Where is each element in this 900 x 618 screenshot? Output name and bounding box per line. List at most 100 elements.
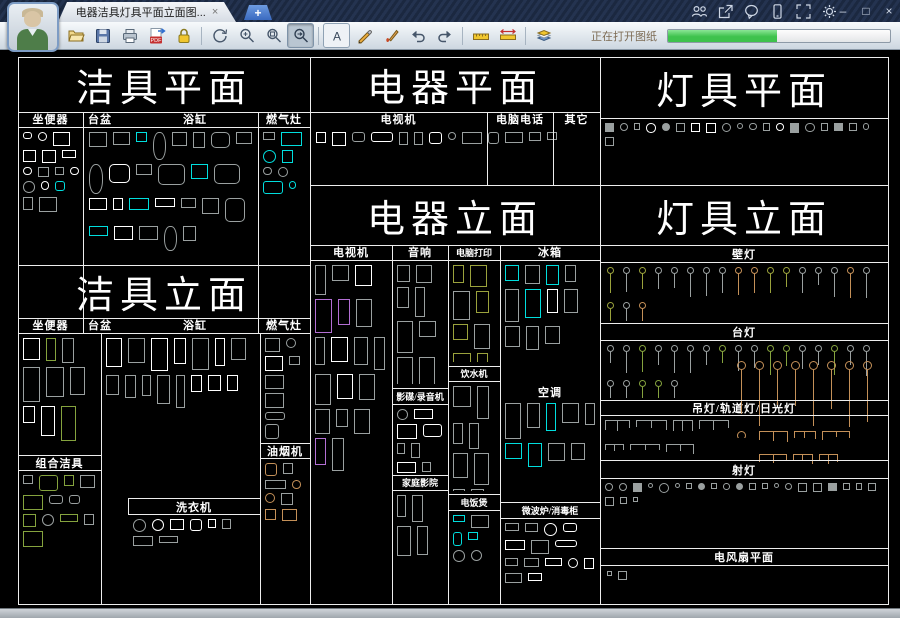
cad-grid-line: [448, 510, 500, 511]
cad-symbol: [675, 123, 686, 133]
cad-symbol: [331, 336, 349, 363]
cad-symbol: [23, 196, 33, 210]
cad-symbol: [230, 338, 247, 361]
cad-symbol: [470, 489, 484, 491]
cad-symbol: [23, 132, 32, 140]
cad-symbol: [40, 181, 50, 190]
cad-symbol: [37, 166, 49, 177]
save-button[interactable]: [89, 23, 116, 48]
col-label-basin-plan: 台盆: [88, 114, 112, 126]
label-rice-cooker: 电饭煲: [460, 497, 488, 508]
measure-button[interactable]: [467, 23, 494, 48]
cad-symbol: [525, 265, 541, 284]
phone-icon[interactable]: [769, 3, 786, 20]
cad-grid-line: [448, 245, 449, 605]
undo-button[interactable]: [404, 23, 431, 48]
cad-grid-line: [18, 470, 101, 471]
cad-symbol: [647, 483, 654, 489]
cad-symbol: [265, 492, 275, 503]
cad-grid-line: [101, 333, 102, 605]
symbols-water-dispenser: [450, 383, 498, 491]
export-pdf-button[interactable]: PDF: [143, 23, 170, 48]
cad-grid-line: [128, 498, 260, 499]
cad-symbol: [721, 123, 731, 133]
symbols-floor-lamp: [732, 358, 886, 438]
cad-symbol: [190, 519, 202, 531]
cad-symbol: [355, 265, 373, 287]
symbols-audio: [394, 262, 446, 384]
cad-symbol: [332, 265, 350, 282]
cad-symbol: [653, 345, 663, 366]
cad-grid-line: [18, 265, 310, 266]
cad-symbol: [706, 123, 716, 133]
zoom-window-button[interactable]: [260, 23, 287, 48]
cad-grid-line: [888, 57, 889, 605]
cad-symbol: [263, 166, 272, 176]
user-avatar[interactable]: [7, 2, 59, 52]
col-label-other: 其它: [564, 114, 589, 126]
cad-symbol: [397, 495, 407, 518]
text-button[interactable]: A: [323, 23, 350, 48]
cad-symbol: [585, 403, 595, 425]
zoom-area-button[interactable]: [287, 23, 314, 48]
cad-symbol: [113, 132, 130, 145]
cad-symbol: [805, 123, 815, 133]
maximize-button[interactable]: □: [859, 5, 873, 17]
zoom-in-out-button[interactable]: [233, 23, 260, 48]
chat-icon[interactable]: [743, 3, 760, 20]
cad-symbol: [633, 123, 641, 130]
cad-symbol: [62, 149, 76, 158]
tab-close-icon[interactable]: ×: [212, 7, 218, 18]
cad-symbol: [38, 196, 57, 212]
cad-symbol: [504, 132, 524, 143]
close-button[interactable]: ×: [882, 5, 896, 17]
cad-symbol: [157, 374, 170, 405]
document-tab[interactable]: 电器洁具灯具平面立面图... ×: [58, 2, 236, 22]
pencil-button[interactable]: [350, 23, 377, 48]
cad-symbol: [453, 291, 470, 320]
cad-symbol: [23, 338, 40, 360]
cad-grid-line: [258, 112, 259, 333]
users-icon[interactable]: [691, 3, 708, 20]
col-label-pc-print: 电脑打印: [455, 247, 492, 258]
cad-symbol: [125, 374, 136, 399]
cad-symbol: [798, 483, 808, 493]
cad-symbol: [292, 479, 301, 489]
brush-button[interactable]: [377, 23, 404, 48]
cad-grid-line: [500, 518, 600, 519]
cad-symbol: [397, 462, 416, 473]
cad-grid-line: [18, 333, 310, 334]
cad-symbol: [842, 483, 850, 491]
fullscreen-icon[interactable]: [795, 3, 812, 20]
new-tab-button[interactable]: +: [244, 5, 272, 20]
cad-grid-line: [310, 57, 311, 605]
cad-symbol: [23, 166, 32, 176]
redo-button[interactable]: [431, 23, 458, 48]
cad-symbol: [316, 132, 327, 144]
cad-symbol: [207, 519, 217, 529]
cad-grid-line: [392, 475, 448, 476]
cad-grid-line: [600, 548, 888, 549]
minimize-button[interactable]: –: [836, 5, 850, 17]
cad-symbol: [637, 301, 647, 321]
cad-symbol: [289, 356, 300, 365]
cad-symbol: [170, 519, 185, 530]
symbols-computer: [450, 262, 498, 362]
horizontal-scrollbar[interactable]: [0, 608, 900, 618]
cad-symbol: [855, 483, 863, 490]
orbit-button[interactable]: [206, 23, 233, 48]
share-icon[interactable]: [717, 3, 734, 20]
cad-symbol: [428, 132, 443, 144]
cad-symbol: [567, 558, 578, 569]
dimension-button[interactable]: [494, 23, 521, 48]
cad-symbol: [397, 423, 417, 439]
cad-grid-line: [18, 57, 19, 605]
print-button[interactable]: [116, 23, 143, 48]
open-button[interactable]: [62, 23, 89, 48]
cad-symbol: [413, 132, 423, 146]
layers-button[interactable]: [530, 23, 557, 48]
col-label-fridge: 冰箱: [538, 247, 562, 259]
lock-button[interactable]: [170, 23, 197, 48]
svg-text:PDF: PDF: [150, 38, 162, 44]
cad-symbol: [845, 267, 855, 298]
